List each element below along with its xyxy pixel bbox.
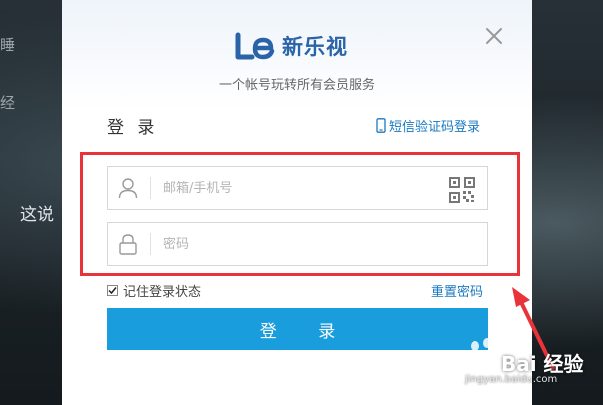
le-logo-icon: [235, 32, 275, 60]
tagline: 一个帐号玩转所有会员服务: [218, 78, 375, 93]
paw-icon: [466, 338, 501, 372]
login-button[interactable]: 登 录: [107, 308, 488, 350]
brand-name: 新乐视: [282, 35, 348, 59]
lock-icon: [119, 234, 137, 255]
remember-label: 记住登录状态: [123, 285, 202, 300]
username-input[interactable]: [163, 180, 433, 196]
close-icon[interactable]: [482, 24, 506, 48]
remember-checkbox[interactable]: [107, 285, 118, 296]
qr-code-icon[interactable]: [449, 177, 475, 203]
password-field[interactable]: [107, 222, 488, 266]
login-dialog: 新乐视 一个帐号玩转所有会员服务 登 录 短信验证码登录 邮箱/手机号 记住登录…: [62, 0, 532, 405]
sms-login-link[interactable]: 短信验证码登录: [376, 116, 480, 135]
video-subtitle: 这说: [20, 205, 54, 225]
background-text: 睡: [0, 36, 16, 54]
password-input[interactable]: [163, 236, 433, 252]
background-text: 经: [0, 94, 16, 112]
remember-login-option[interactable]: 记住登录状态: [107, 281, 201, 300]
user-icon: [118, 178, 138, 199]
login-heading: 登 录: [107, 118, 159, 138]
checkmark-icon: [108, 287, 117, 295]
phone-icon: [376, 118, 386, 133]
field-divider: [150, 233, 151, 255]
watermark-url: jingyan.baidu.com: [465, 374, 558, 385]
baidu-watermark: Bai 经验 jingyan.baidu.com: [465, 336, 603, 405]
sms-login-label: 短信验证码登录: [389, 120, 481, 135]
username-field[interactable]: [107, 166, 488, 210]
reset-password-link[interactable]: 重置密码: [431, 281, 483, 300]
brand-logo: 新乐视: [234, 31, 348, 61]
field-divider: [150, 177, 151, 199]
watermark-text: Bai 经验: [501, 352, 584, 376]
